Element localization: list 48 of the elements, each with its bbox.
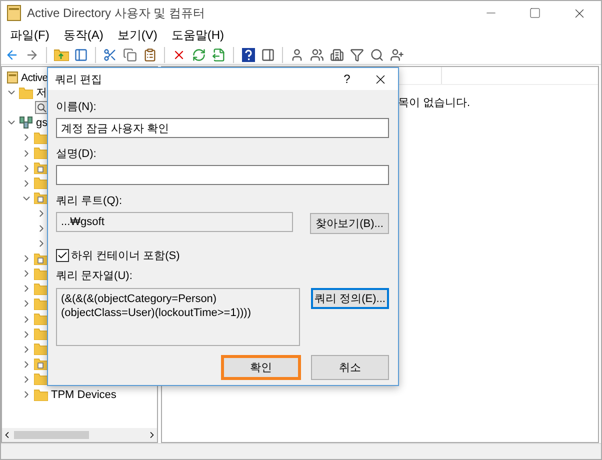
menu-item[interactable]: 보기(V)	[110, 26, 164, 44]
folder-badge-icon	[34, 192, 48, 204]
folder-icon	[34, 373, 48, 386]
copy-icon[interactable]	[121, 46, 139, 64]
tree-item[interactable]: gs	[36, 116, 48, 129]
folder-icon	[34, 147, 48, 160]
field-label: 이름(N):	[56, 100, 98, 114]
folder-icon	[34, 132, 48, 144]
folder-icon	[34, 177, 48, 190]
folder-icon	[34, 282, 48, 295]
query-root-field[interactable]: ...₩gsoft	[56, 212, 293, 232]
tree-item[interactable]: TPM Devices	[51, 388, 116, 401]
menu-item[interactable]: 도움말(H)	[164, 26, 231, 44]
help-button[interactable]: ?	[332, 72, 362, 86]
menu-item[interactable]: 동작(A)	[56, 26, 110, 44]
checkbox[interactable]	[56, 248, 69, 262]
description-field[interactable]	[56, 165, 389, 185]
help-icon[interactable]	[239, 46, 257, 64]
define-query-button[interactable]: 쿼리 정의(E)...	[311, 288, 389, 309]
tree-item[interactable]: Active	[21, 72, 48, 84]
ok-button[interactable]: 확인	[221, 355, 301, 380]
dialog-title: 쿼리 편집	[55, 72, 104, 86]
folder-icon	[19, 86, 33, 99]
folder-badge-icon	[34, 358, 48, 370]
field-label: 쿼리 문자열(U):	[56, 269, 134, 283]
folder-icon	[34, 343, 48, 356]
tree-item[interactable]: 저	[36, 85, 47, 100]
folder-icon	[34, 388, 48, 401]
console-icon	[6, 71, 18, 84]
name-field[interactable]: 계정 잠금 사용자 확인	[56, 118, 389, 138]
folder-icon	[34, 298, 48, 310]
field-label: 설명(D):	[56, 147, 98, 161]
cancel-button[interactable]: 취소	[311, 355, 389, 380]
domain-icon	[19, 116, 33, 130]
window-title: Active Directory 사용자 및 컴퓨터	[27, 4, 206, 22]
app-icon	[7, 5, 21, 21]
folder-icon	[34, 268, 48, 280]
horizontal-scrollbar[interactable]	[2, 428, 157, 442]
field-label: 쿼리 루트(Q):	[56, 194, 123, 208]
folder-icon	[34, 328, 48, 340]
menu-item[interactable]: 파일(F)	[3, 26, 56, 44]
checkbox-label: 하위 컨테이너 포함(S)	[71, 248, 180, 262]
folder-badge-icon	[34, 252, 48, 265]
browse-button[interactable]: 찾아보기(B)...	[310, 213, 389, 234]
folder-icon	[34, 313, 48, 326]
folder-badge-icon	[34, 162, 48, 174]
empty-message: 목이 없습니다.	[397, 96, 472, 110]
query-string-field[interactable]: (&(&(&(objectCategory=Person)(objectClass=User)(lockoutTime>=1))))	[56, 288, 300, 346]
